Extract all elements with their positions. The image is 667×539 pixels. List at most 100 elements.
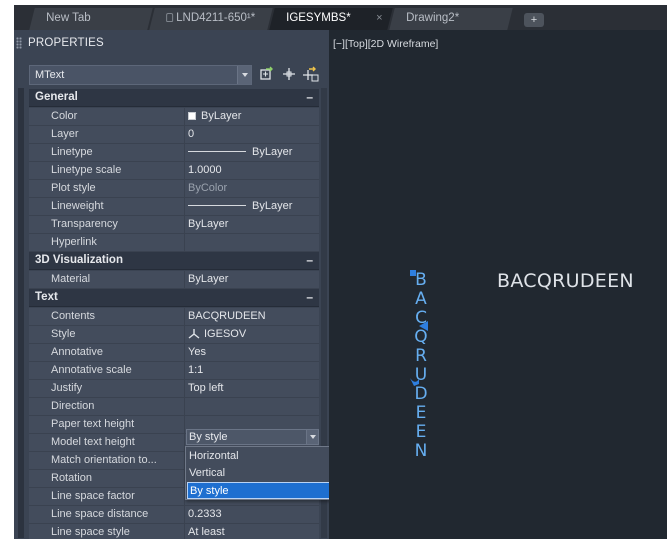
property-row-plot-style[interactable]: Plot style ByColor [29, 180, 319, 198]
grip-handle-icon[interactable] [16, 37, 22, 49]
property-value[interactable]: 1.0000 [188, 164, 316, 178]
property-value[interactable]: ByLayer [188, 218, 316, 232]
direction-select[interactable]: By style [186, 429, 319, 445]
column-divider[interactable] [184, 380, 185, 398]
property-value[interactable] [188, 400, 316, 414]
property-row-linetype[interactable]: Linetype ByLayer [29, 144, 319, 162]
property-name: Transparency [51, 218, 118, 230]
property-row-annotative-scale[interactable]: Annotative scale 1:1 [29, 362, 319, 380]
grip-square-icon[interactable] [410, 270, 416, 276]
property-row-layer[interactable]: Layer 0 [29, 126, 319, 144]
property-value[interactable]: 0 [188, 128, 316, 142]
tab-drawing2[interactable]: Drawing2* [389, 8, 513, 30]
property-value[interactable]: BACQRUDEEN [188, 310, 316, 324]
quick-select-icon[interactable] [258, 65, 276, 83]
property-value[interactable]: At least [188, 526, 316, 539]
column-divider[interactable] [184, 126, 185, 144]
property-value-text: ByLayer [201, 110, 242, 122]
property-row-justify[interactable]: Justify Top left [29, 380, 319, 398]
property-name: Model text height [51, 436, 135, 448]
property-name: Hyperlink [51, 236, 97, 248]
property-row-linetype-scale[interactable]: Linetype scale 1.0000 [29, 162, 319, 180]
property-value[interactable]: ByColor [188, 182, 316, 196]
column-divider[interactable] [184, 162, 185, 180]
column-divider[interactable] [184, 344, 185, 362]
column-divider[interactable] [184, 180, 185, 198]
property-row-style[interactable]: Style IGESOV [29, 326, 319, 344]
grip-arrow-down-icon[interactable] [409, 376, 420, 387]
column-divider[interactable] [184, 308, 185, 326]
property-value-text: 1.0000 [188, 164, 222, 176]
property-row-direction[interactable]: Direction [29, 398, 319, 416]
column-divider[interactable] [184, 326, 185, 344]
column-divider[interactable] [184, 416, 185, 434]
chevron-down-icon[interactable] [306, 430, 318, 444]
property-value[interactable]: Top left [188, 382, 316, 396]
new-tab-plus-button[interactable]: + [524, 13, 544, 27]
section-header-text[interactable]: Text – [29, 289, 319, 307]
tab-igesymbs[interactable]: IGESYMBS* × [269, 8, 393, 30]
drawing-viewport[interactable]: [−][Top][2D Wireframe] BACQRUDEEN BACQRU… [329, 30, 667, 539]
tab-lnd4211[interactable]: LND4211-650¹* [149, 8, 273, 30]
collapse-icon[interactable]: – [306, 253, 313, 267]
horizontal-mtext[interactable]: BACQRUDEEN [497, 270, 634, 292]
palette-title-bar[interactable]: PROPERTIES [14, 30, 329, 56]
property-row-transparency[interactable]: Transparency ByLayer [29, 216, 319, 234]
tab-label: Drawing2* [406, 12, 460, 24]
property-value[interactable]: 1:1 [188, 364, 316, 378]
object-type-value: MText [35, 69, 65, 81]
column-divider[interactable] [184, 271, 185, 289]
section-label: General [35, 91, 78, 103]
column-divider[interactable] [184, 198, 185, 216]
property-row-hyperlink[interactable]: Hyperlink [29, 234, 319, 252]
chevron-down-icon[interactable] [237, 66, 251, 84]
property-value[interactable]: 0.2333 [188, 508, 316, 522]
column-divider[interactable] [184, 524, 185, 539]
column-divider[interactable] [184, 108, 185, 126]
vertical-text-character: N [414, 441, 428, 461]
property-value[interactable]: ByLayer [188, 200, 316, 214]
property-row-contents[interactable]: Contents BACQRUDEEN [29, 308, 319, 326]
column-divider[interactable] [184, 398, 185, 416]
section-header-general[interactable]: General – [29, 89, 319, 107]
property-value-text: ByLayer [252, 200, 293, 212]
object-type-select[interactable]: MText [29, 65, 252, 85]
property-row-annotative[interactable]: Annotative Yes [29, 344, 319, 362]
property-row-color[interactable]: Color ByLayer [29, 108, 319, 126]
column-divider[interactable] [184, 144, 185, 162]
column-divider[interactable] [184, 216, 185, 234]
property-row-lineweight[interactable]: Lineweight ByLayer [29, 198, 319, 216]
collapse-icon[interactable]: – [306, 90, 313, 104]
direction-option-horizontal[interactable]: Horizontal [187, 448, 331, 465]
tab-label: IGESYMBS* [286, 12, 351, 24]
property-value-text: BACQRUDEEN [188, 310, 266, 322]
direction-option-vertical[interactable]: Vertical [187, 465, 331, 482]
collapse-icon[interactable]: – [306, 290, 313, 304]
property-value[interactable]: ByLayer [188, 146, 316, 160]
direction-option-by-style[interactable]: By style [187, 482, 331, 499]
property-name: Annotative scale [51, 364, 132, 376]
column-divider[interactable] [184, 362, 185, 380]
property-value[interactable]: IGESOV [188, 328, 316, 342]
tab-new-tab[interactable]: New Tab [29, 8, 153, 30]
close-icon[interactable]: × [376, 8, 382, 29]
property-row-line-space-distance[interactable]: Line space distance 0.2333 [29, 506, 319, 524]
select-objects-icon[interactable] [280, 65, 298, 83]
property-value[interactable]: ByLayer [188, 110, 316, 124]
property-value-text: IGESOV [204, 328, 247, 340]
property-name: Line space factor [51, 490, 135, 502]
property-row-material[interactable]: Material ByLayer [29, 271, 319, 289]
grip-triangle-left-icon[interactable] [419, 321, 428, 331]
column-divider[interactable] [184, 506, 185, 524]
linetype-preview-icon [188, 151, 246, 152]
column-divider[interactable] [184, 234, 185, 252]
toggle-pickadd-icon[interactable] [302, 65, 320, 83]
selected-vertical-mtext[interactable]: BACQRUDEEN [413, 271, 429, 461]
property-name: Layer [51, 128, 79, 140]
property-value[interactable] [188, 236, 316, 250]
viewport-controls-label[interactable]: [−][Top][2D Wireframe] [333, 38, 438, 50]
property-value[interactable]: Yes [188, 346, 316, 360]
section-header-3d-visualization[interactable]: 3D Visualization – [29, 252, 319, 270]
property-row-line-space-style[interactable]: Line space style At least [29, 524, 319, 539]
property-value[interactable]: ByLayer [188, 273, 316, 287]
